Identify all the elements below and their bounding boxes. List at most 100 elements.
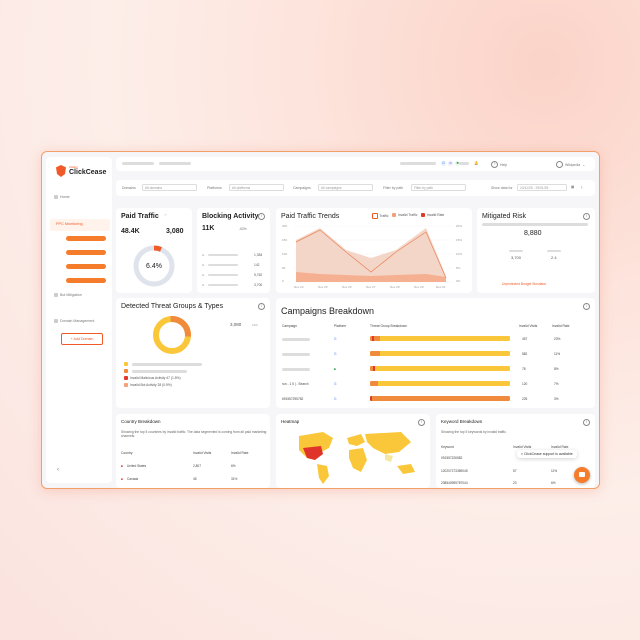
- google-icon: G: [334, 337, 337, 341]
- platform-icons: G ∞ ■: [441, 161, 460, 166]
- column-header: Country: [121, 451, 133, 455]
- card-title: Keyword Breakdown: [441, 419, 483, 424]
- campaigns-breakdown-card: Campaigns Breakdown i Campaign Platform …: [276, 298, 595, 408]
- external-link-icon[interactable]: ↗: [164, 213, 167, 217]
- bell-icon[interactable]: 🔔: [474, 161, 478, 165]
- google-icon: G: [334, 352, 337, 356]
- campaign-name-placeholder: [282, 338, 310, 341]
- mitigated-value: 8,880: [524, 230, 542, 237]
- logo[interactable]: CHEQ ClickCease: [56, 165, 106, 177]
- campaigns-label: Campaigns: [293, 186, 311, 190]
- sidebar-item-home[interactable]: Home: [54, 195, 70, 199]
- invalid-visits: 23: [513, 481, 517, 485]
- chat-button[interactable]: [574, 467, 590, 483]
- path-input[interactable]: Filter by path: [411, 184, 466, 191]
- help-label: Help: [500, 162, 508, 167]
- sidebar-subitem[interactable]: [66, 264, 106, 269]
- threat-total: 3,080: [230, 322, 242, 327]
- add-domain-button[interactable]: + Add Domain: [61, 333, 103, 345]
- invalid-visits: 120: [522, 382, 528, 386]
- invalid-visits: 78: [522, 367, 526, 371]
- invalid-visits: 2,807: [193, 464, 201, 468]
- legend-label: Invalid Rate: [426, 213, 445, 217]
- column-header: Keyword: [441, 445, 454, 449]
- column-header: Invalid Visits: [193, 451, 212, 455]
- bot-segment: [370, 381, 378, 386]
- path-label: Filter by path: [383, 186, 404, 190]
- download-icon[interactable]: ⤓: [581, 185, 583, 189]
- blocking-row-value: 1,354: [254, 253, 263, 257]
- threat-donut: [153, 316, 191, 354]
- y-right-tick: 20%: [456, 224, 462, 228]
- blocking-row-value: 142: [254, 263, 260, 267]
- top-bar: G ∞ ■ 🔔 ? Help Wikipedia ⌄: [116, 157, 595, 171]
- southeast-asia-region: [385, 454, 393, 462]
- oceania-region: [397, 464, 415, 474]
- sidebar-subitem[interactable]: [66, 236, 106, 241]
- y-left-tick: 5K: [282, 266, 286, 270]
- blocking-activity-card: Blocking Activity 11K -63% G 1,354 G 142…: [197, 208, 270, 293]
- threat-delta: 11%: [252, 323, 258, 327]
- google-icon: G: [202, 283, 205, 287]
- chat-popup[interactable]: × ClickCease support is available: [517, 450, 577, 458]
- invalid-rate: 23%: [554, 337, 561, 341]
- x-tick: Nov 27: [366, 285, 376, 289]
- bot-segment: [370, 351, 380, 356]
- google-icon: G: [441, 161, 446, 166]
- info-icon[interactable]: i: [258, 303, 265, 310]
- avatar: [556, 161, 563, 168]
- malicious-segment: [373, 366, 375, 371]
- sidebar-subitem[interactable]: [66, 250, 106, 255]
- domains-select[interactable]: All domains: [142, 184, 197, 191]
- card-title: Campaigns Breakdown: [281, 306, 375, 316]
- placeholder-bar: [509, 250, 523, 252]
- date-range-picker[interactable]: 24/11/25 - 29/01/25: [517, 184, 567, 191]
- chat-icon: [579, 472, 585, 477]
- card-title: Detected Threat Groups & Types: [121, 303, 224, 310]
- sidebar-subitem[interactable]: [66, 278, 106, 283]
- card-title: Heatmap: [281, 419, 300, 424]
- legend-label: Traffic: [379, 213, 389, 218]
- canada-flag-icon: ■: [121, 477, 123, 481]
- app-window: CHEQ ClickCease Home PPC Monitoring Bot …: [41, 151, 600, 489]
- info-icon[interactable]: i: [418, 419, 425, 426]
- legend-invalid-rate: Invalid Rate: [421, 213, 444, 219]
- invalid-rate: 31%: [231, 477, 238, 481]
- blocking-value: 11K: [202, 225, 215, 232]
- paid-traffic-card: Paid Traffic ↗ 48.4K 3,080 6.4%: [116, 208, 192, 293]
- campaigns-select[interactable]: All campaigns: [318, 184, 373, 191]
- google-icon: G: [202, 253, 205, 257]
- info-icon[interactable]: i: [583, 303, 590, 310]
- trends-chart: 20K 15K 10K 5K 0 20% 15% 10% 5% 0% Nov 2…: [282, 224, 462, 289]
- sidebar-item-bot-mitigation[interactable]: Bot Mitigation: [54, 293, 82, 297]
- calendar-icon[interactable]: ▦: [571, 185, 574, 189]
- card-title: Paid Traffic Trends: [281, 213, 340, 220]
- campaign-name: 691557295782: [282, 397, 304, 401]
- campaign-name: run - 1 5 | - Search: [282, 382, 309, 386]
- info-icon[interactable]: i: [583, 419, 590, 426]
- breadcrumb[interactable]: [159, 162, 191, 165]
- y-right-tick: 10%: [456, 252, 462, 256]
- platforms-select[interactable]: All platforms: [229, 184, 284, 191]
- help-link[interactable]: ? Help: [491, 161, 507, 168]
- info-icon[interactable]: i: [258, 213, 265, 220]
- breadcrumb[interactable]: [122, 162, 154, 165]
- invalid-visits: 45: [193, 477, 197, 481]
- y-left-tick: 10K: [282, 252, 287, 256]
- sidebar-item-label: PPC Monitoring: [56, 222, 83, 226]
- paid-traffic-donut: 6.4%: [133, 245, 175, 287]
- heatmap-card: Heatmap i: [276, 414, 430, 488]
- sidebar-item-domain-management[interactable]: Domain Management: [54, 319, 94, 323]
- user-menu[interactable]: Wikipedia ⌄: [556, 161, 585, 168]
- info-icon[interactable]: i: [583, 213, 590, 220]
- budget-simulator-link[interactable]: Unprotected Budget Simulator: [502, 282, 546, 286]
- shield-logo-icon: [56, 165, 66, 177]
- blocking-row-value: 5,762: [254, 273, 263, 277]
- home-icon: [54, 195, 58, 199]
- y-left-tick: 0: [282, 279, 284, 283]
- collapse-sidebar-icon[interactable]: ‹: [57, 467, 59, 473]
- sidebar-item-ppc-monitoring[interactable]: PPC Monitoring: [50, 219, 110, 231]
- close-icon[interactable]: ×: [521, 452, 523, 456]
- column-header: Threat Group Breakdown: [370, 324, 408, 328]
- invalid-traffic-value: 3,080: [166, 228, 184, 235]
